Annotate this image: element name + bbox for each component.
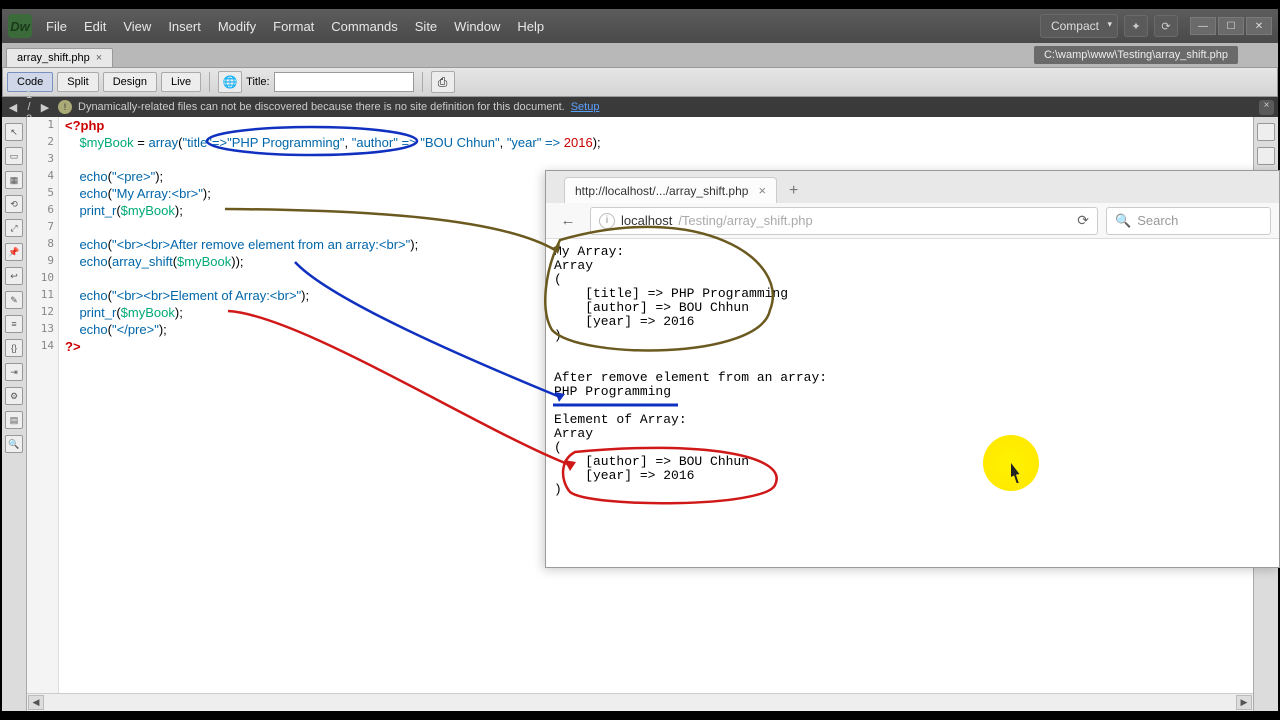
- tool-image-icon[interactable]: ▦: [5, 171, 23, 189]
- view-live-button[interactable]: Live: [161, 72, 201, 92]
- title-input[interactable]: [274, 72, 414, 92]
- tool-pin-icon[interactable]: 📌: [5, 243, 23, 261]
- main-menu: File Edit View Insert Modify Format Comm…: [46, 19, 544, 34]
- tool-select-icon[interactable]: ↖: [5, 123, 23, 141]
- search-bar[interactable]: 🔍 Search: [1106, 207, 1271, 235]
- menu-modify[interactable]: Modify: [218, 19, 256, 34]
- menu-help[interactable]: Help: [517, 19, 544, 34]
- infobar-close-icon[interactable]: ×: [1259, 100, 1274, 115]
- back-button[interactable]: ←: [554, 207, 582, 235]
- menu-window[interactable]: Window: [454, 19, 500, 34]
- nav-prev-icon[interactable]: ◀: [6, 101, 20, 114]
- preview-browser-icon[interactable]: 🌐: [218, 71, 242, 93]
- tool-indent-icon[interactable]: ⇥: [5, 363, 23, 381]
- tool-div-icon[interactable]: ▭: [5, 147, 23, 165]
- document-path: C:\wamp\www\Testing\array_shift.php: [1034, 46, 1238, 64]
- menu-format[interactable]: Format: [273, 19, 314, 34]
- tool-search-icon[interactable]: 🔍: [5, 435, 23, 453]
- menu-file[interactable]: File: [46, 19, 67, 34]
- url-path: /Testing/array_shift.php: [678, 213, 812, 228]
- tool-list-icon[interactable]: ≡: [5, 315, 23, 333]
- menu-site[interactable]: Site: [415, 19, 437, 34]
- search-placeholder: Search: [1137, 213, 1178, 228]
- close-tab-icon[interactable]: ×: [96, 52, 102, 64]
- browser-toolbar: ← i localhost/Testing/array_shift.php ⟳ …: [546, 203, 1279, 239]
- scroll-left-icon[interactable]: ◀: [28, 695, 44, 710]
- titlebar: Dw File Edit View Insert Modify Format C…: [2, 9, 1278, 43]
- maximize-button[interactable]: ☐: [1218, 17, 1244, 35]
- tool-wrap-icon[interactable]: ↩: [5, 267, 23, 285]
- menu-edit[interactable]: Edit: [84, 19, 106, 34]
- reload-icon[interactable]: ⟳: [1077, 212, 1089, 229]
- extend-icon[interactable]: ✦: [1124, 15, 1148, 37]
- browser-tab-strip: http://localhost/.../array_shift.php × +: [546, 171, 1279, 203]
- scroll-right-icon[interactable]: ▶: [1236, 695, 1252, 710]
- menu-commands[interactable]: Commands: [331, 19, 397, 34]
- browser-page-content: My Array: Array ( [title] => PHP Program…: [546, 239, 1279, 567]
- page-info-icon[interactable]: i: [599, 213, 615, 229]
- url-bar[interactable]: i localhost/Testing/array_shift.php ⟳: [590, 207, 1098, 235]
- app-logo: Dw: [8, 14, 32, 38]
- horizontal-scrollbar[interactable]: ◀ ▶: [27, 693, 1253, 711]
- tool-brackets-icon[interactable]: {}: [5, 339, 23, 357]
- file-management-icon[interactable]: ⎙: [431, 71, 455, 93]
- minimize-button[interactable]: —: [1190, 17, 1216, 35]
- browser-tab-title: http://localhost/.../array_shift.php: [575, 184, 748, 198]
- close-button[interactable]: ✕: [1246, 17, 1272, 35]
- menu-view[interactable]: View: [123, 19, 151, 34]
- tool-refresh-icon[interactable]: ⟲: [5, 195, 23, 213]
- url-host: localhost: [621, 213, 672, 228]
- document-toolbar: Code Split Design Live 🌐 Title: ⎙: [2, 67, 1278, 97]
- tool-comment-icon[interactable]: ✎: [5, 291, 23, 309]
- browser-tab-close-icon[interactable]: ×: [758, 183, 766, 198]
- tool-format-icon[interactable]: ⚙: [5, 387, 23, 405]
- tool-expand-icon[interactable]: ⤢: [5, 219, 23, 237]
- browser-window: http://localhost/.../array_shift.php × +…: [545, 170, 1280, 568]
- info-message: Dynamically-related files can not be dis…: [78, 101, 565, 113]
- setup-link[interactable]: Setup: [571, 101, 600, 113]
- warning-icon: !: [58, 100, 72, 114]
- tool-collapse-icon[interactable]: ▤: [5, 411, 23, 429]
- nav-next-icon[interactable]: ▶: [38, 101, 52, 114]
- workspace-switcher[interactable]: Compact: [1040, 14, 1118, 38]
- browser-tab[interactable]: http://localhost/.../array_shift.php ×: [564, 177, 777, 203]
- info-bar: ◀ 1 / 2 ▶ ! Dynamically-related files ca…: [2, 97, 1278, 117]
- menu-insert[interactable]: Insert: [168, 19, 201, 34]
- panel-files-icon[interactable]: [1257, 147, 1275, 165]
- search-icon: 🔍: [1115, 213, 1131, 229]
- view-design-button[interactable]: Design: [103, 72, 157, 92]
- document-tab-label: array_shift.php: [17, 52, 90, 64]
- new-tab-button[interactable]: +: [783, 179, 804, 203]
- view-split-button[interactable]: Split: [57, 72, 98, 92]
- panel-css-icon[interactable]: [1257, 123, 1275, 141]
- document-tabs: array_shift.php × C:\wamp\www\Testing\ar…: [2, 43, 1278, 67]
- pointer-highlight-icon: [983, 435, 1039, 491]
- title-label: Title:: [246, 76, 269, 88]
- line-gutter: 1234567891011121314: [27, 117, 59, 711]
- sync-icon[interactable]: ⟳: [1154, 15, 1178, 37]
- document-tab[interactable]: array_shift.php ×: [6, 48, 113, 67]
- left-tool-rail: ↖ ▭ ▦ ⟲ ⤢ 📌 ↩ ✎ ≡ {} ⇥ ⚙ ▤ 🔍: [2, 117, 27, 711]
